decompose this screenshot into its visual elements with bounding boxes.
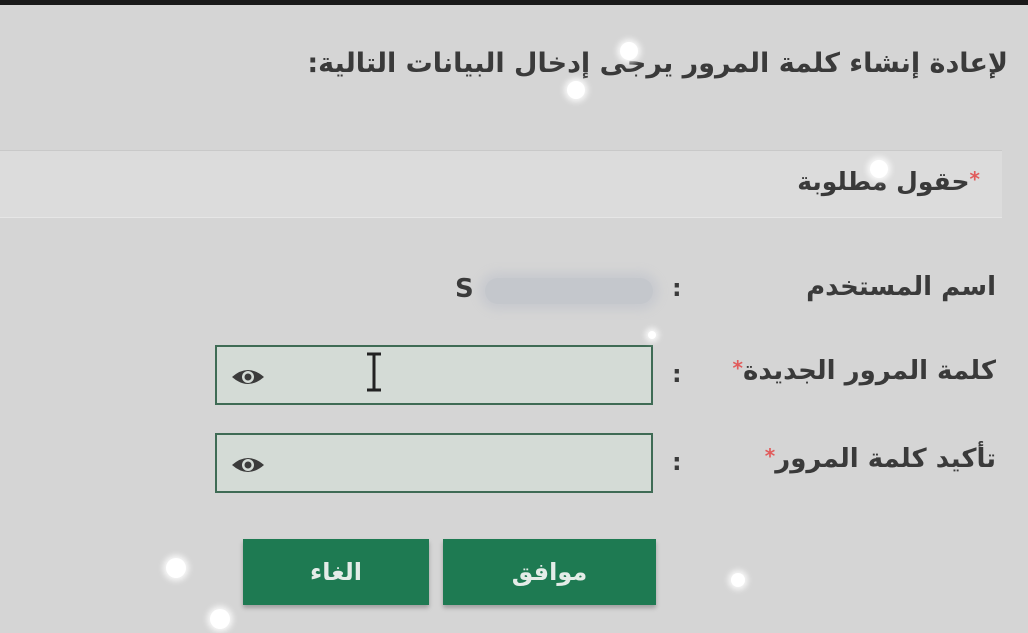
reset-password-page: لإعادة إنشاء كلمة المرور يرجى إدخال البي… [0,0,1028,633]
cancel-button[interactable]: الغاء [243,539,429,605]
top-border [0,0,1028,5]
username-value: S [455,270,655,310]
light-speck [870,160,888,178]
required-fields-note: *حقول مطلوبة [797,167,980,196]
required-asterisk: * [969,167,980,191]
username-label: اسم المستخدم [806,272,996,302]
username-prefix: S [455,274,474,304]
light-speck [620,42,638,60]
eye-icon[interactable] [231,367,265,387]
light-speck [567,81,585,99]
light-speck [210,609,230,629]
new-password-colon: : [672,360,682,388]
instruction-text: لإعادة إنشاء كلمة المرور يرجى إدخال البي… [307,48,1008,79]
text-cursor-icon [364,352,384,392]
new-password-required-asterisk: * [732,356,743,380]
confirm-password-colon: : [672,448,682,476]
confirm-password-label: تأكيد كلمة المرور* [765,444,996,474]
username-colon: : [672,274,682,302]
eye-icon[interactable] [231,455,265,475]
new-password-input[interactable] [215,345,653,405]
light-speck [166,558,186,578]
username-redacted [485,278,653,304]
light-speck [731,573,745,587]
confirm-password-required-asterisk: * [764,444,776,468]
new-password-label-text: كلمة المرور الجديدة [742,356,996,386]
ok-button[interactable]: موافق [443,539,656,605]
confirm-password-label-text: تأكيد كلمة المرور [775,444,996,474]
light-speck [648,331,656,339]
confirm-password-input[interactable] [215,433,653,493]
required-fields-panel: *حقول مطلوبة [0,150,1002,218]
new-password-label: كلمة المرور الجديدة* [733,356,996,386]
